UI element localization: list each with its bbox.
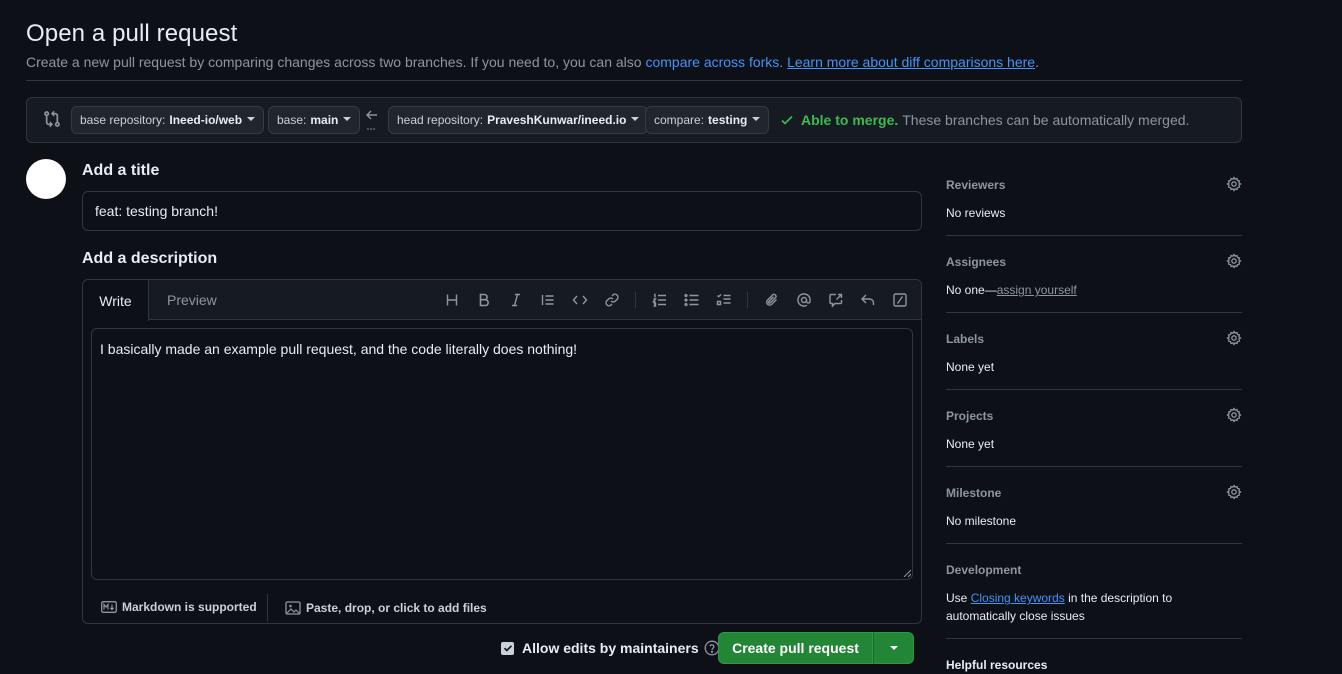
task-list-icon[interactable] [715, 291, 733, 309]
arrow-left-icon [366, 110, 377, 130]
merge-status-label: Able to merge. [801, 112, 899, 128]
sidebar-labels: Labels None yet [946, 330, 1242, 376]
subtitle-text: Create a new pull request by comparing c… [26, 54, 646, 70]
tab-write[interactable]: Write [83, 280, 149, 321]
markdown-icon [101, 601, 117, 613]
labels-title: Labels [946, 332, 985, 346]
check-icon [503, 645, 512, 652]
page-subtitle: Create a new pull request by comparing c… [26, 54, 1039, 70]
helpful-resources-title: Helpful resources [946, 658, 1048, 672]
check-icon [781, 115, 793, 125]
assign-yourself-link[interactable]: assign yourself [997, 283, 1077, 297]
learn-more-diff-link[interactable]: Learn more about diff comparisons here [787, 54, 1035, 70]
allow-edits-label: Allow edits by maintainers [522, 640, 699, 656]
title-label: Add a title [82, 162, 160, 179]
sidebar-milestone: Milestone No milestone [946, 484, 1242, 530]
merge-status: Able to merge. These branches can be aut… [779, 112, 1189, 128]
sidebar-projects: Projects None yet [946, 407, 1242, 453]
chevron-down-icon [889, 646, 898, 650]
allow-edits-checkbox[interactable] [501, 641, 514, 655]
sidebar-reviewers: Reviewers No reviews [946, 176, 1242, 222]
sidebar-helpful-resources: Helpful resources [946, 658, 1242, 672]
markdown-supported-link[interactable]: Markdown is supported [101, 600, 257, 614]
editor-footer: Markdown is supported Paste, drop, or cl… [83, 586, 921, 624]
sidebar-assignees: Assignees No one—assign yourself [946, 253, 1242, 299]
git-compare-icon [44, 110, 60, 128]
quote-icon[interactable] [539, 291, 557, 309]
comment-editor: Write Preview Markdown is supported [82, 279, 922, 624]
chevron-down-icon [343, 116, 352, 121]
chevron-down-icon [631, 116, 640, 121]
reviewers-title: Reviewers [946, 178, 1006, 192]
slash-command-icon[interactable] [891, 291, 909, 309]
chevron-down-icon [752, 116, 761, 121]
gear-icon[interactable] [1226, 176, 1242, 192]
base-repository-select[interactable]: base repository: Ineed-io/web [71, 106, 265, 134]
sidebar-development: Development Use Closing keywords in the … [946, 563, 1242, 625]
unordered-list-icon[interactable] [683, 291, 701, 309]
labels-value: None yet [946, 360, 995, 374]
reviewers-value: No reviews [946, 206, 1006, 220]
resize-grip-icon[interactable] [903, 569, 911, 577]
page-title: Open a pull request [26, 20, 238, 47]
compare-across-forks-link[interactable]: compare across forks [645, 54, 779, 70]
branch-range-editor: base repository: Ineed-io/web base: main h… [26, 97, 1242, 143]
head-repository-select[interactable]: head repository: PraveshKunwar/ineed.io [388, 106, 649, 134]
attach-files-button[interactable]: Paste, drop, or click to add files [285, 600, 487, 616]
image-icon [285, 601, 301, 615]
header-divider [26, 80, 1242, 81]
reply-icon[interactable] [859, 291, 877, 309]
milestone-value: No milestone [946, 514, 1017, 528]
assignees-value: No one— [946, 283, 997, 297]
link-icon[interactable] [603, 291, 621, 309]
italic-icon[interactable] [507, 291, 525, 309]
avatar [26, 159, 66, 199]
milestone-title: Milestone [946, 486, 1002, 500]
assignees-title: Assignees [946, 255, 1007, 269]
title-input[interactable] [82, 191, 922, 231]
mention-icon[interactable] [795, 291, 813, 309]
allow-edits-option[interactable]: Allow edits by maintainers [501, 640, 720, 656]
gear-icon[interactable] [1226, 484, 1242, 500]
ordered-list-icon[interactable] [651, 291, 669, 309]
bold-icon[interactable] [475, 291, 493, 309]
projects-value: None yet [946, 437, 995, 451]
closing-keywords-link[interactable]: Closing keywords [971, 591, 1065, 605]
development-title: Development [946, 563, 1022, 577]
projects-title: Projects [946, 409, 994, 423]
create-pull-request-button[interactable]: Create pull request [718, 632, 873, 664]
chevron-down-icon [247, 116, 256, 121]
gear-icon[interactable] [1226, 330, 1242, 346]
gear-icon[interactable] [1226, 253, 1242, 269]
compare-branch-select[interactable]: compare: testing [645, 106, 770, 134]
description-textarea[interactable] [91, 328, 913, 580]
paperclip-icon[interactable] [763, 291, 781, 309]
tab-preview[interactable]: Preview [167, 292, 217, 308]
merge-status-note: These branches can be automatically merg… [902, 112, 1190, 128]
code-icon[interactable] [571, 291, 589, 309]
heading-icon[interactable] [443, 291, 461, 309]
base-branch-select[interactable]: base: main [268, 106, 361, 134]
description-label: Add a description [82, 250, 218, 267]
cross-reference-icon[interactable] [827, 291, 845, 309]
create-options-dropdown[interactable] [873, 632, 914, 664]
editor-header: Write Preview [83, 280, 921, 321]
gear-icon[interactable] [1226, 407, 1242, 423]
